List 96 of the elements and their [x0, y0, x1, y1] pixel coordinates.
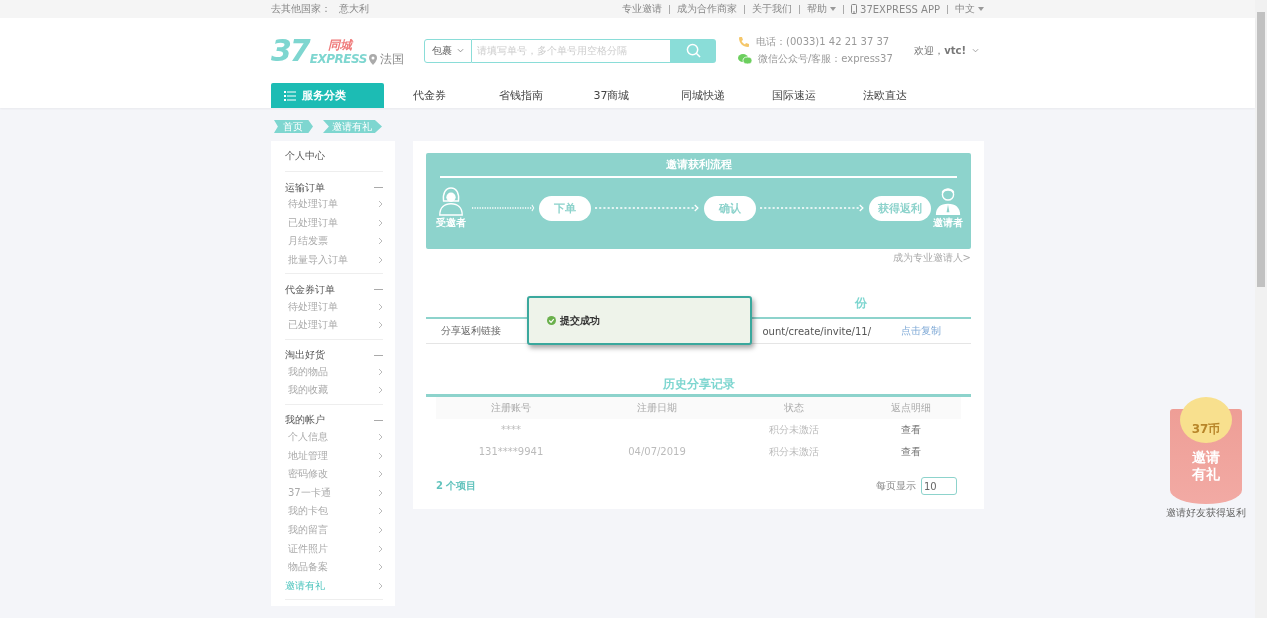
inviter-label: 邀请者: [933, 216, 963, 230]
app-link[interactable]: 37EXPRESS APP: [851, 3, 940, 15]
share-url: ount/create/invite/11/: [762, 325, 871, 337]
chevron-right-icon: [378, 544, 383, 553]
man-avatar-icon: [934, 186, 962, 216]
dropdown-link[interactable]: 中文: [955, 2, 984, 16]
sidebar-item[interactable]: 已处理订单: [285, 213, 383, 233]
share-label: 分享返利链接: [441, 324, 501, 338]
chevron-right-icon: [378, 386, 383, 395]
column-header: 注册日期: [636, 401, 678, 415]
promo-title: 邀请: [1192, 449, 1220, 466]
sidebar-item[interactable]: 证件照片: [285, 539, 383, 558]
chevron-right-icon: [378, 507, 383, 516]
sidebar-title[interactable]: 个人中心: [285, 145, 383, 172]
search-icon: [685, 43, 701, 58]
coin: 37币: [1180, 397, 1232, 443]
sidebar-item[interactable]: 我的卡包: [285, 502, 383, 521]
top-link[interactable]: 专业邀请: [622, 2, 663, 16]
location-pin-icon: [369, 54, 377, 65]
process-title: 邀请获利流程: [664, 157, 733, 172]
item-count: 2 个项目: [436, 479, 477, 493]
search-type-select[interactable]: 包裹: [424, 38, 472, 63]
table-cell-text: ****: [500, 423, 522, 437]
invite-promo-badge[interactable]: 37币 邀请 有礼 邀请好友获得返利: [1163, 397, 1249, 520]
caret-icon: [978, 7, 984, 11]
sidebar-item[interactable]: 我的收藏: [285, 381, 383, 400]
column-header: 返点明细: [889, 401, 932, 415]
top-link[interactable]: 成为合作商家: [677, 2, 738, 16]
step-pill: 下单: [539, 195, 591, 221]
per-page-field[interactable]: 10: [921, 477, 957, 495]
sidebar-item[interactable]: 待处理订单: [285, 297, 383, 316]
menu-icon: [284, 90, 296, 101]
sidebar-item[interactable]: 邀请有礼: [285, 576, 383, 596]
search-button[interactable]: [670, 38, 716, 63]
sidebar-item[interactable]: 已处理订单: [285, 315, 383, 335]
invitee-label: 受邀者: [436, 216, 466, 230]
country-label: 去其他国家：: [271, 2, 331, 16]
chevron-right-icon: [378, 256, 383, 265]
nav-link[interactable]: 代金券: [384, 83, 475, 108]
nav-link[interactable]: 国际速运: [748, 83, 839, 108]
sidebar-item[interactable]: 批量导入订单: [285, 250, 383, 270]
sidebar-group-title[interactable]: 我的帐户: [285, 413, 325, 428]
nav-link[interactable]: 法欧直达: [839, 83, 930, 108]
sidebar-item[interactable]: 个人信息: [285, 427, 383, 447]
table-cell-text: 04/07/2019: [627, 445, 687, 459]
toast-message: 提交成功: [560, 313, 600, 328]
sidebar-group-title[interactable]: 淘出好货: [285, 348, 325, 363]
chevron-right-icon: [378, 526, 383, 534]
sidebar-item[interactable]: 待处理订单: [285, 195, 383, 214]
sidebar-item[interactable]: 密码修改: [285, 464, 383, 484]
dropdown-link[interactable]: 帮助: [807, 2, 837, 16]
view-link[interactable]: 查看: [860, 441, 961, 463]
chevron-right-icon: [378, 321, 383, 330]
nav-link[interactable]: 同城快递: [657, 83, 748, 108]
woman-avatar-icon: [437, 186, 465, 216]
caret-icon: [830, 7, 837, 11]
sidebar-group-title[interactable]: 运输订单: [285, 180, 325, 195]
sidebar-item[interactable]: 地址管理: [285, 446, 383, 465]
sidebar-item[interactable]: 月结发票: [285, 232, 383, 251]
sidebar-item[interactable]: 我的留言: [285, 520, 383, 540]
promo-caption: 邀请好友获得返利: [1166, 506, 1246, 520]
sidebar-group-title[interactable]: 代金券订单: [285, 282, 335, 297]
view-link[interactable]: 查看: [860, 419, 961, 441]
table-cell-text: 131****9941: [477, 445, 545, 459]
welcome-text[interactable]: 欢迎，vtc!: [914, 43, 966, 58]
location-text[interactable]: 法国: [380, 51, 404, 68]
country-link[interactable]: 意大利: [339, 2, 369, 16]
category-menu-button[interactable]: 服务分类: [271, 83, 384, 108]
sidebar-item[interactable]: 物品备案: [285, 557, 383, 577]
step-pill: 获得返利: [869, 195, 931, 221]
check-circle-icon: [547, 316, 556, 325]
phone-icon: [738, 36, 750, 48]
contact-text: 微信公众号/客服：express37: [758, 52, 893, 66]
sidebar-item[interactable]: 我的物品: [285, 362, 383, 382]
phone-icon: [851, 4, 858, 14]
nav-link[interactable]: 37商城: [566, 83, 657, 108]
contact-text: 电话：(0033)1 42 21 37 37: [756, 35, 890, 49]
chevron-right-icon: [378, 367, 383, 376]
copy-link[interactable]: 点击复制: [871, 324, 971, 338]
become-inviter-link[interactable]: 成为专业邀请人>: [892, 252, 971, 263]
per-page-label: 每页显示: [876, 479, 916, 493]
column-header: 注册账号: [490, 401, 532, 415]
nav-link[interactable]: 省钱指南: [475, 83, 566, 108]
chevron-down-icon: [972, 48, 979, 53]
top-link[interactable]: 关于我们: [752, 2, 793, 16]
promo-title: 有礼: [1192, 466, 1220, 483]
step-pill: 确认: [704, 195, 756, 221]
dotted-arrow: [472, 204, 535, 212]
scrollbar[interactable]: [1255, 0, 1267, 618]
history-title: 历史分享记录: [661, 376, 736, 393]
chevron-right-icon: [378, 237, 383, 246]
chevron-right-icon: [378, 302, 383, 311]
section-heading: 份: [854, 296, 867, 310]
chevron-down-icon: [457, 48, 464, 53]
column-header: 状态: [783, 401, 805, 415]
wechat-icon: [738, 53, 752, 65]
